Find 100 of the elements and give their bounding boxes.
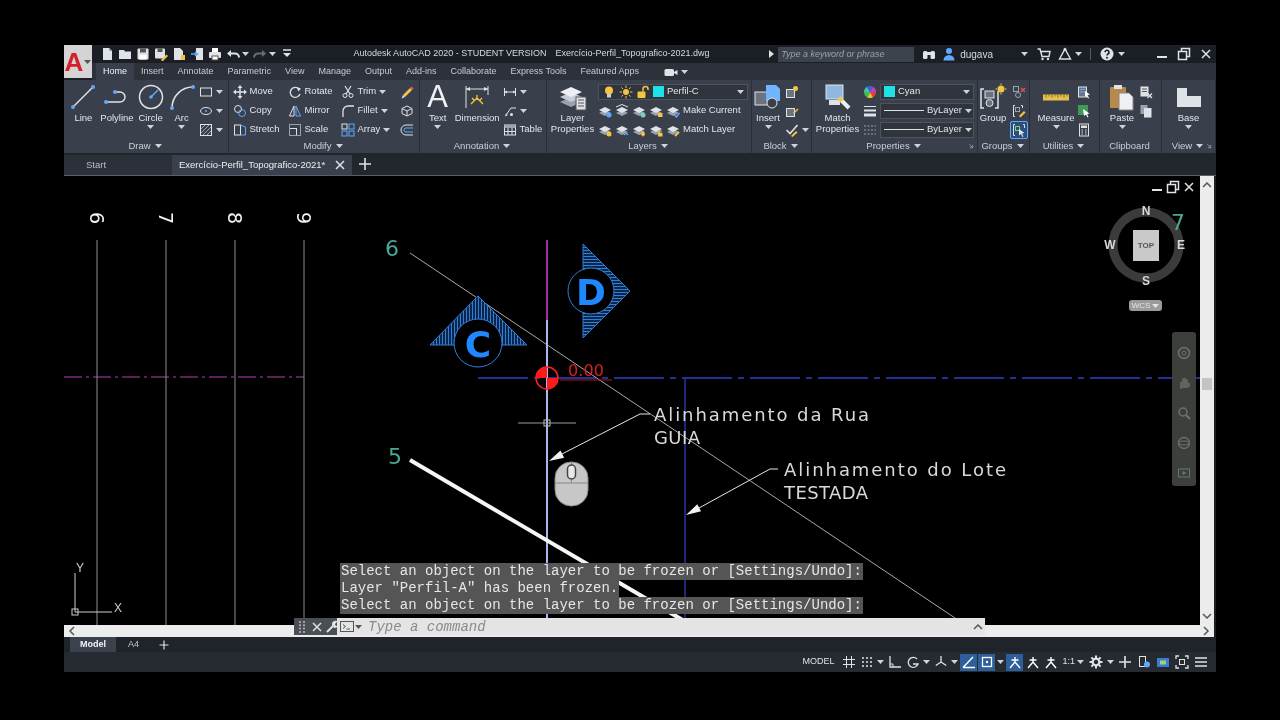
page-with-cross-icon[interactable] [1139,84,1153,99]
ribbon-button[interactable]: Group [979,82,1007,123]
close-icon[interactable] [1199,47,1213,61]
ribbon-button[interactable]: Insert [754,82,782,129]
expand-history-button[interactable] [971,618,985,635]
gear-icon[interactable] [1089,655,1103,669]
restore-icon[interactable] [1166,180,1180,194]
color-wheel-icon[interactable] [863,84,877,99]
ribbon-button[interactable]: Polyline [100,82,134,123]
help-icon[interactable] [1100,47,1114,61]
panel-title-button[interactable]: Block [763,138,798,154]
chip-icon[interactable] [1156,655,1170,669]
page-badge-icon[interactable] [172,47,186,61]
ribbon-tab[interactable]: Express Tools [503,63,574,80]
ribbon-tab[interactable]: Add-ins [399,63,444,80]
status-toggle[interactable] [886,653,904,671]
arrowhead-right-icon[interactable] [769,50,775,58]
caret-icon[interactable] [923,660,931,664]
caret-icon[interactable] [215,127,223,132]
selection-pointer-icon[interactable] [1077,103,1092,118]
pencil-icon[interactable] [399,84,414,99]
blank-page-icon[interactable] [100,47,114,61]
user-name[interactable]: dugava [960,46,993,62]
caret-icon[interactable] [951,660,959,664]
annotation-scale-button[interactable]: 1:1 [1060,654,1086,670]
application-menu-button[interactable]: A [64,45,92,78]
panel-title-button[interactable]: Modify [303,138,343,154]
caret-icon[interactable] [802,127,809,132]
ribbon-button[interactable]: Circle [136,82,165,129]
file-tab[interactable]: Start [64,155,172,175]
dropdown-field[interactable]: Perfil-C [598,83,748,100]
hatch-icon[interactable] [198,122,213,137]
caret-icon[interactable] [877,660,885,664]
ribbon-button[interactable]: Layer Properties [550,82,595,134]
ribbon-button[interactable]: Scale [287,121,338,138]
ribbon-button[interactable]: Copy [232,102,285,119]
dropdown-field[interactable]: ByLayer [880,121,974,138]
folder-icon[interactable] [118,47,132,61]
ribbon-button[interactable]: Base [1174,82,1203,129]
user-icon[interactable] [942,47,957,61]
ribbon-button[interactable]: Make Current [666,102,741,119]
status-toggle[interactable] [978,653,996,671]
launcher-arrow-icon[interactable] [1205,142,1213,150]
restore-icon[interactable] [1177,47,1191,61]
panel-title-button[interactable]: Properties [866,138,921,154]
printer-icon[interactable] [208,47,222,61]
ribbon-button[interactable]: Rotate [287,83,338,100]
ribbon-tab[interactable]: Collaborate [443,63,504,80]
layers-icon[interactable] [615,103,629,118]
ribbon-button[interactable]: A Text [423,82,452,129]
plus-icon[interactable] [358,157,372,171]
file-tab[interactable]: Exercício-Perfil_Topografico-2021* [172,155,352,175]
floppy-pencil-icon[interactable] [154,47,168,61]
ribbon-button[interactable]: Measure [1037,82,1075,129]
ribbon-button[interactable]: Table [502,121,543,138]
panel-title-button[interactable]: Layers [628,138,668,154]
layout-tab[interactable]: Model [70,637,116,652]
rectangle-icon[interactable] [198,84,213,99]
command-input[interactable]: Type a command [365,618,971,635]
caret-icon[interactable] [997,660,1005,664]
panel-title-button[interactable]: Annotation [453,138,511,154]
search-field[interactable]: Type a keyword or phrase [778,46,915,62]
ribbon-tab[interactable]: Insert [134,63,171,80]
caret-icon[interactable] [1118,52,1125,56]
ribbon-tab[interactable]: View [278,63,312,80]
ribbon-button[interactable]: Match Layer [666,121,736,138]
ribbon-button[interactable]: Array [340,121,397,138]
ribbon-button[interactable]: Line [69,82,98,123]
dropdown-field[interactable]: ByLayer [880,102,974,119]
caret-icon[interactable] [1075,52,1082,56]
ribbon-tab[interactable]: Home [96,63,134,80]
toggle-button[interactable] [1010,120,1028,139]
panel-title-button[interactable]: Utilities [1042,138,1085,154]
caret-icon[interactable] [215,89,223,94]
plus-icon[interactable] [1118,655,1132,669]
cart-icon[interactable] [1037,47,1051,61]
launcher-arrow-icon[interactable] [967,142,975,150]
square-and-dot-icon[interactable] [1137,655,1151,669]
caret-icon[interactable] [215,108,223,113]
ribbon-button[interactable]: Match Properties [815,82,860,134]
square-and-circle-icon[interactable] [785,84,799,99]
cube-icon[interactable] [399,103,414,118]
caret-icon[interactable] [242,52,249,56]
menu-icon[interactable] [1194,655,1208,669]
ribbon-tab[interactable]: Parametric [220,63,279,80]
panel-title-button[interactable]: View [1171,138,1204,154]
undo-arrow-icon[interactable] [226,47,240,61]
ribbon-tab[interactable]: Featured Apps [573,63,646,80]
ribbon-button[interactable]: Stretch [232,121,285,138]
viewcube-face-button[interactable]: TOP [1133,230,1159,261]
parallel-curves-icon[interactable] [399,122,414,137]
panel-title-button[interactable]: Draw [128,138,162,154]
status-toggle[interactable] [840,653,858,671]
caret-icon[interactable] [519,108,527,113]
check-pencil-icon[interactable] [785,122,799,137]
two-pages-icon[interactable] [1139,103,1153,118]
fullscreen-icon[interactable] [1175,655,1189,669]
caret-icon[interactable] [680,69,688,74]
ribbon-button[interactable]: Fillet [340,102,397,119]
status-toggle[interactable] [1006,653,1024,671]
